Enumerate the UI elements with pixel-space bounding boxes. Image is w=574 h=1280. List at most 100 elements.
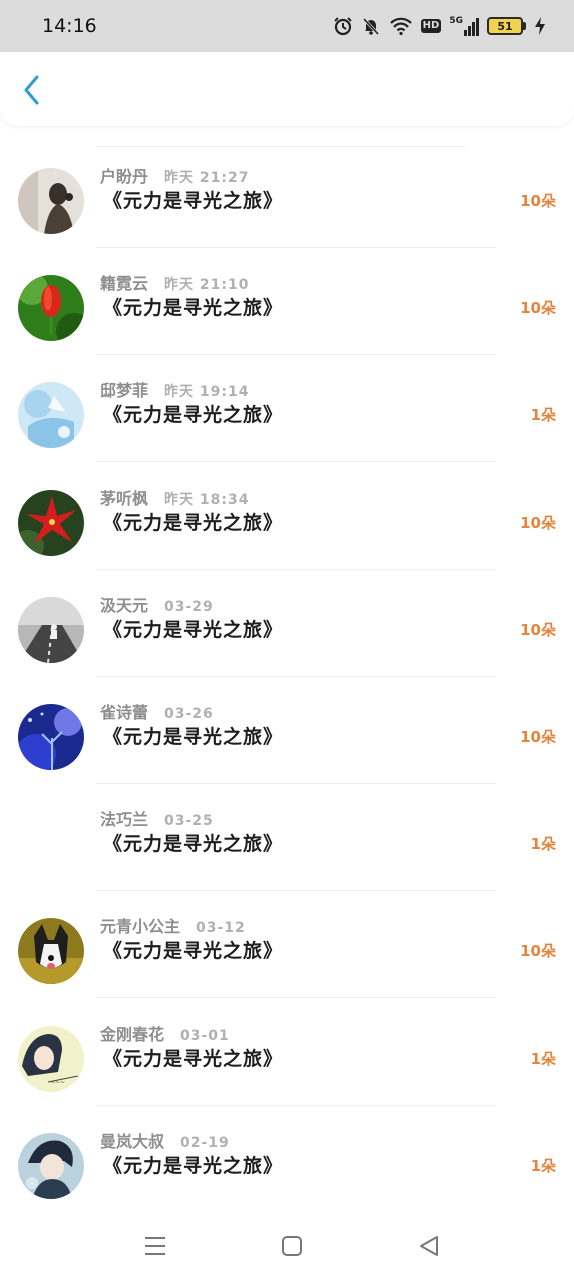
mute-bell-icon xyxy=(362,17,379,36)
name-line: 法巧兰 03-25 xyxy=(100,806,214,830)
charging-icon xyxy=(535,17,545,35)
name-line: 户盼丹 昨天 21:27 xyxy=(100,163,249,187)
battery-icon: 51 xyxy=(487,17,526,35)
divider xyxy=(96,890,496,892)
system-nav-bar xyxy=(0,1210,574,1280)
item-time: 昨天 18:34 xyxy=(164,491,250,508)
item-name: 元青小公主 xyxy=(100,917,181,937)
item-time: 03-01 xyxy=(180,1027,230,1044)
list-item[interactable]: 邸梦菲 昨天 19:14 《元力是寻光之旅》 1朵 xyxy=(0,374,574,481)
network-type-label: 5G xyxy=(449,16,463,26)
status-bar: 14:16 HD 5G 51 xyxy=(0,0,574,52)
item-time: 02-19 xyxy=(180,1134,230,1151)
item-title: 《元力是寻光之旅》 xyxy=(103,833,284,856)
item-title: 《元力是寻光之旅》 xyxy=(103,726,284,748)
item-name: 茅听枫 xyxy=(100,488,149,508)
avatar[interactable]: ~~~ xyxy=(18,1025,84,1092)
chevron-left-icon xyxy=(24,75,39,105)
item-time: 昨天 19:14 xyxy=(164,384,250,401)
divider xyxy=(96,247,496,248)
list-item[interactable]: 户盼丹 昨天 21:27 《元力是寻光之旅》 10朵 xyxy=(0,160,574,267)
gift-amount: 1朵 xyxy=(530,406,556,425)
item-name: 汲天元 xyxy=(100,595,149,615)
back-button[interactable] xyxy=(14,70,50,110)
gift-amount: 10朵 xyxy=(520,728,556,746)
name-line: 金刚春花 03-01 xyxy=(100,1021,230,1045)
item-name: 法巧兰 xyxy=(100,810,149,830)
divider xyxy=(96,675,496,677)
name-line: 茅听枫 昨天 18:34 xyxy=(100,485,249,509)
signal-icon: 5G xyxy=(449,16,479,36)
nav-menu-button[interactable] xyxy=(141,1232,169,1260)
avatar[interactable] xyxy=(18,382,84,449)
divider xyxy=(96,354,496,356)
item-name: 雀诗蕾 xyxy=(100,703,149,722)
avatar[interactable] xyxy=(18,596,84,663)
avatar[interactable] xyxy=(18,275,84,342)
avatar[interactable] xyxy=(18,1132,84,1199)
divider xyxy=(96,1104,496,1106)
svg-text:~~~: ~~~ xyxy=(50,1079,65,1086)
item-name: 邸梦菲 xyxy=(100,381,149,401)
home-square-icon xyxy=(282,1236,302,1256)
gift-amount: 10朵 xyxy=(520,620,556,639)
item-title: 《元力是寻光之旅》 xyxy=(103,511,284,534)
wifi-icon xyxy=(389,17,412,36)
name-line: 雀诗蕾 03-26 xyxy=(100,699,214,723)
item-time: 昨天 21:10 xyxy=(164,277,250,294)
hd-icon: HD xyxy=(420,19,442,33)
avatar[interactable] xyxy=(18,168,84,234)
list-item[interactable]: 汲天元 03-29 《元力是寻光之旅》 10朵 xyxy=(0,589,574,696)
name-line: 汲天元 03-29 xyxy=(100,592,214,616)
item-time: 03-29 xyxy=(164,598,214,615)
name-line: 元青小公主 03-12 xyxy=(100,913,246,937)
item-time: 03-25 xyxy=(164,813,214,830)
name-line: 邸梦菲 昨天 19:14 xyxy=(100,377,249,401)
item-time: 03-26 xyxy=(164,706,214,722)
gift-amount: 10朵 xyxy=(520,513,556,532)
avatar[interactable] xyxy=(18,918,84,985)
nav-home-button[interactable] xyxy=(278,1232,306,1260)
gift-amount: 10朵 xyxy=(520,192,556,210)
item-title: 《元力是寻光之旅》 xyxy=(103,404,284,427)
divider xyxy=(96,783,496,784)
divider xyxy=(96,146,466,147)
divider xyxy=(96,461,496,463)
avatar[interactable] xyxy=(18,811,84,877)
list-item[interactable]: 茅听枫 昨天 18:34 《元力是寻光之旅》 10朵 xyxy=(0,482,574,589)
item-time: 昨天 21:27 xyxy=(164,170,250,186)
divider xyxy=(96,997,496,999)
gift-amount: 10朵 xyxy=(520,299,556,318)
item-title: 《元力是寻光之旅》 xyxy=(103,940,284,963)
item-name: 曼岚大叔 xyxy=(100,1131,165,1151)
list-item[interactable]: 籍霓云 昨天 21:10 《元力是寻光之旅》 10朵 xyxy=(0,267,574,374)
divider xyxy=(96,568,496,570)
gift-amount: 10朵 xyxy=(520,942,556,961)
item-name: 籍霓云 xyxy=(100,274,149,294)
list-item[interactable]: ~~~ 金刚春花 03-01 《元力是寻光之旅》 1朵 xyxy=(0,1018,574,1125)
item-title: 《元力是寻光之旅》 xyxy=(103,1154,284,1177)
nav-back-button[interactable] xyxy=(415,1232,443,1260)
gift-amount: 1朵 xyxy=(530,835,556,854)
alarm-icon xyxy=(333,17,352,36)
item-title: 《元力是寻光之旅》 xyxy=(103,1047,284,1070)
item-name: 金刚春花 xyxy=(100,1024,165,1044)
gift-amount: 1朵 xyxy=(530,1156,556,1175)
back-triangle-icon xyxy=(420,1236,438,1256)
item-name: 户盼丹 xyxy=(100,167,149,186)
name-line: 籍霓云 昨天 21:10 xyxy=(100,270,249,294)
avatar[interactable] xyxy=(18,489,84,556)
header xyxy=(0,52,574,126)
avatar[interactable] xyxy=(18,704,84,770)
gift-amount: 1朵 xyxy=(530,1049,556,1068)
battery-level: 51 xyxy=(487,17,523,35)
item-title: 《元力是寻光之旅》 xyxy=(103,190,284,212)
status-time: 14:16 xyxy=(42,15,97,37)
list-item[interactable]: 法巧兰 03-25 《元力是寻光之旅》 1朵 xyxy=(0,803,574,910)
menu-icon xyxy=(145,1237,165,1255)
item-time: 03-12 xyxy=(196,920,246,937)
item-title: 《元力是寻光之旅》 xyxy=(103,297,284,320)
list-item[interactable]: 雀诗蕾 03-26 《元力是寻光之旅》 10朵 xyxy=(0,696,574,803)
status-icons: HD 5G 51 xyxy=(333,16,546,36)
list-item[interactable]: 元青小公主 03-12 《元力是寻光之旅》 10朵 xyxy=(0,910,574,1017)
